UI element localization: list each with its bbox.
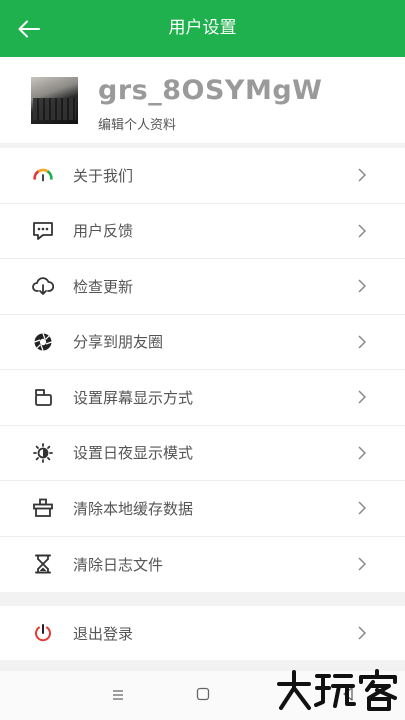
edit-profile-link[interactable]: 编辑个人资料	[98, 114, 176, 133]
chevron-right-icon	[355, 390, 369, 404]
menu-item-screen-orientation[interactable]: 设置屏幕显示方式	[0, 370, 405, 426]
menu-item-clear-logs[interactable]: 清除日志文件	[0, 537, 405, 593]
menu-item-logout[interactable]: 退出登录	[0, 606, 405, 660]
page-title: 用户设置	[168, 18, 237, 38]
chevron-right-icon	[355, 557, 369, 571]
menu-item-about[interactable]: 关于我们	[0, 148, 405, 204]
menu-item-label: 设置日夜显示模式	[73, 444, 194, 463]
logout-row[interactable]: 退出登录	[0, 606, 405, 660]
settings-menu: 关于我们 用户反馈 检查更新 分享到朋友圈 设置屏幕显示方式 设置日夜显示模式 …	[0, 148, 405, 592]
chevron-right-icon	[355, 335, 369, 349]
cloud-download-icon	[32, 275, 54, 297]
speedometer-icon	[32, 164, 54, 186]
menu-item-day-night-mode[interactable]: 设置日夜显示模式	[0, 426, 405, 481]
menu-item-feedback[interactable]: 用户反馈	[0, 204, 405, 259]
menu-item-label: 用户反馈	[73, 222, 134, 241]
menu-icon[interactable]	[110, 687, 126, 703]
logout-label: 退出登录	[73, 624, 134, 643]
hourglass-icon	[32, 553, 54, 575]
chevron-right-icon	[355, 501, 369, 515]
profile-card[interactable]: grs_8OSYMgW 编辑个人资料	[0, 57, 405, 143]
menu-item-label: 分享到朋友圈	[73, 333, 164, 352]
avatar[interactable]	[31, 77, 78, 124]
menu-item-label: 清除日志文件	[73, 555, 164, 574]
chevron-right-icon	[355, 279, 369, 293]
aperture-icon	[32, 331, 54, 353]
chevron-right-icon	[355, 446, 369, 460]
watermark-logo	[277, 669, 397, 711]
menu-item-label: 关于我们	[73, 166, 134, 185]
brightness-icon	[32, 442, 54, 464]
menu-item-clear-cache[interactable]: 清除本地缓存数据	[0, 481, 405, 537]
menu-item-label: 设置屏幕显示方式	[73, 388, 194, 407]
chevron-right-icon	[355, 168, 369, 182]
app-bar: 用户设置	[0, 0, 405, 57]
power-icon	[32, 622, 54, 644]
menu-item-check-update[interactable]: 检查更新	[0, 259, 405, 315]
chat-bubble-icon	[32, 220, 54, 242]
home-icon[interactable]	[196, 687, 210, 701]
eraser-icon	[32, 497, 54, 519]
chevron-right-icon	[355, 626, 369, 640]
menu-item-label: 检查更新	[73, 277, 134, 296]
menu-item-label: 清除本地缓存数据	[73, 499, 194, 518]
chevron-right-icon	[355, 224, 369, 238]
screen-rotate-icon	[32, 386, 54, 408]
menu-item-share-moments[interactable]: 分享到朋友圈	[0, 315, 405, 370]
username: grs_8OSYMgW	[98, 75, 323, 106]
